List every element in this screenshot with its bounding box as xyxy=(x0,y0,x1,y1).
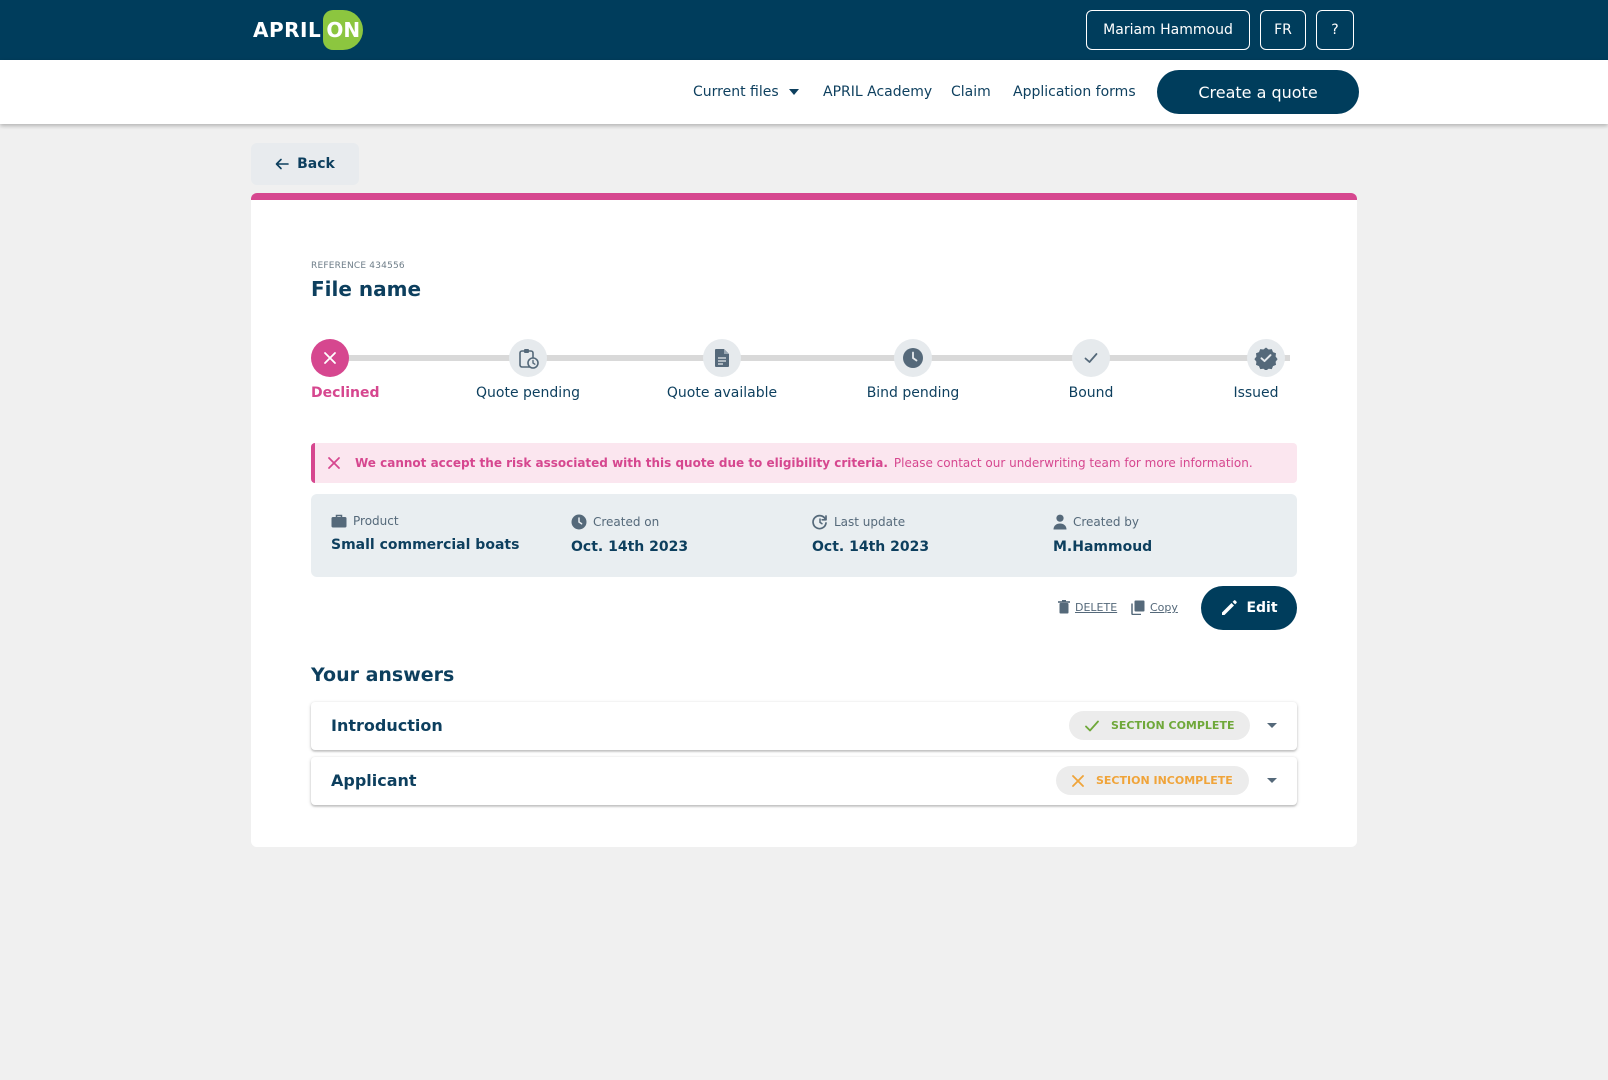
created-by-value: M.Hammoud xyxy=(1053,539,1153,555)
step-quote-available-label: Quote available xyxy=(666,385,778,401)
answers-title: Your answers xyxy=(311,664,455,686)
status-badge: SECTION COMPLETE xyxy=(1069,711,1251,740)
close-icon xyxy=(1072,774,1084,787)
nav-application-forms[interactable]: Application forms xyxy=(1013,60,1136,124)
section-name: Applicant xyxy=(331,770,417,790)
edit-label: Edit xyxy=(1246,600,1278,616)
step-bound-label: Bound xyxy=(1068,385,1114,401)
created-on-value: Oct. 14th 2023 xyxy=(571,539,689,555)
verified-badge-icon xyxy=(1254,347,1278,370)
document-icon xyxy=(715,349,729,367)
back-label: Back xyxy=(297,156,335,172)
info-created-by: Created by M.Hammoud xyxy=(1053,514,1152,555)
step-bound-dot xyxy=(1072,339,1110,377)
step-declined-dot xyxy=(311,339,349,377)
nav-claim[interactable]: Claim xyxy=(951,60,991,124)
step-bind-pending-label: Bind pending xyxy=(866,385,960,401)
chevron-down-icon[interactable] xyxy=(1267,723,1277,728)
copy-label: Copy xyxy=(1150,601,1178,614)
info-product: Product Small commercial boats xyxy=(331,514,519,553)
alert-bold-text: We cannot accept the risk associated wit… xyxy=(355,456,888,470)
top-bar: APRIL ON Mariam Hammoud FR ? xyxy=(0,0,1608,60)
language-button[interactable]: FR xyxy=(1260,10,1306,50)
close-icon xyxy=(324,352,336,364)
product-value: Small commercial boats xyxy=(331,537,520,553)
step-issued-label: Issued xyxy=(1233,385,1279,401)
section-applicant[interactable]: Applicant SECTION INCOMPLETE xyxy=(311,757,1297,805)
file-reference: REFERENCE 434556 xyxy=(311,261,405,271)
check-icon xyxy=(1085,720,1099,731)
help-button[interactable]: ? xyxy=(1316,10,1354,50)
status-text: SECTION COMPLETE xyxy=(1111,719,1235,732)
clock-icon xyxy=(571,514,587,530)
file-info-panel: Product Small commercial boats Created o… xyxy=(311,494,1297,577)
nav-current-files-label: Current files xyxy=(693,84,779,100)
status-text: SECTION INCOMPLETE xyxy=(1096,774,1233,787)
edit-button[interactable]: Edit xyxy=(1201,586,1297,630)
delete-button[interactable]: DELETE xyxy=(1058,600,1117,614)
info-last-update: Last update Oct. 14th 2023 xyxy=(812,514,929,555)
close-icon xyxy=(327,456,341,470)
clock-icon xyxy=(903,348,923,368)
briefcase-icon xyxy=(331,514,347,528)
status-badge: SECTION INCOMPLETE xyxy=(1056,766,1249,795)
declined-alert: We cannot accept the risk associated wit… xyxy=(311,443,1297,483)
step-quote-pending-label: Quote pending xyxy=(476,385,580,401)
file-card: REFERENCE 434556 File name Declined Quot… xyxy=(251,193,1357,847)
trash-icon xyxy=(1058,600,1070,614)
main-nav: Current files APRIL Academy Claim Applic… xyxy=(0,60,1608,124)
step-declined-label: Declined xyxy=(311,385,380,401)
info-created-on: Created on Oct. 14th 2023 xyxy=(571,514,688,555)
logo-badge: ON xyxy=(323,10,364,50)
stepper-track xyxy=(330,355,1290,361)
last-update-value: Oct. 14th 2023 xyxy=(812,539,930,555)
logo-text: APRIL xyxy=(253,18,322,42)
created-on-label: Created on xyxy=(593,515,660,529)
chevron-down-icon[interactable] xyxy=(1267,778,1277,783)
back-button[interactable]: Back xyxy=(251,143,359,185)
nav-current-files[interactable]: Current files xyxy=(693,60,799,124)
page-title: File name xyxy=(311,277,422,301)
clipboard-clock-icon xyxy=(519,349,539,369)
created-by-label: Created by xyxy=(1073,515,1140,529)
april-on-logo[interactable]: APRIL ON xyxy=(253,10,364,50)
check-icon xyxy=(1084,353,1098,363)
copy-icon xyxy=(1131,600,1145,615)
history-icon xyxy=(812,514,827,530)
copy-button[interactable]: Copy xyxy=(1131,600,1178,615)
nav-april-academy[interactable]: APRIL Academy xyxy=(823,60,932,124)
user-icon xyxy=(1053,514,1067,530)
step-issued-dot xyxy=(1247,339,1285,377)
create-quote-button[interactable]: Create a quote xyxy=(1157,70,1359,114)
step-bind-pending-dot xyxy=(894,339,932,377)
alert-text: Please contact our underwriting team for… xyxy=(893,456,1253,470)
step-quote-pending-dot xyxy=(509,339,547,377)
section-introduction[interactable]: Introduction SECTION COMPLETE xyxy=(311,702,1297,750)
last-update-label: Last update xyxy=(834,515,906,529)
arrow-left-icon xyxy=(275,158,289,170)
user-menu-button[interactable]: Mariam Hammoud xyxy=(1086,10,1250,50)
step-quote-available-dot xyxy=(703,339,741,377)
delete-label: DELETE xyxy=(1075,600,1118,614)
product-label: Product xyxy=(353,514,399,528)
pencil-icon xyxy=(1222,600,1238,615)
chevron-down-icon xyxy=(788,89,799,95)
section-name: Introduction xyxy=(331,715,443,735)
